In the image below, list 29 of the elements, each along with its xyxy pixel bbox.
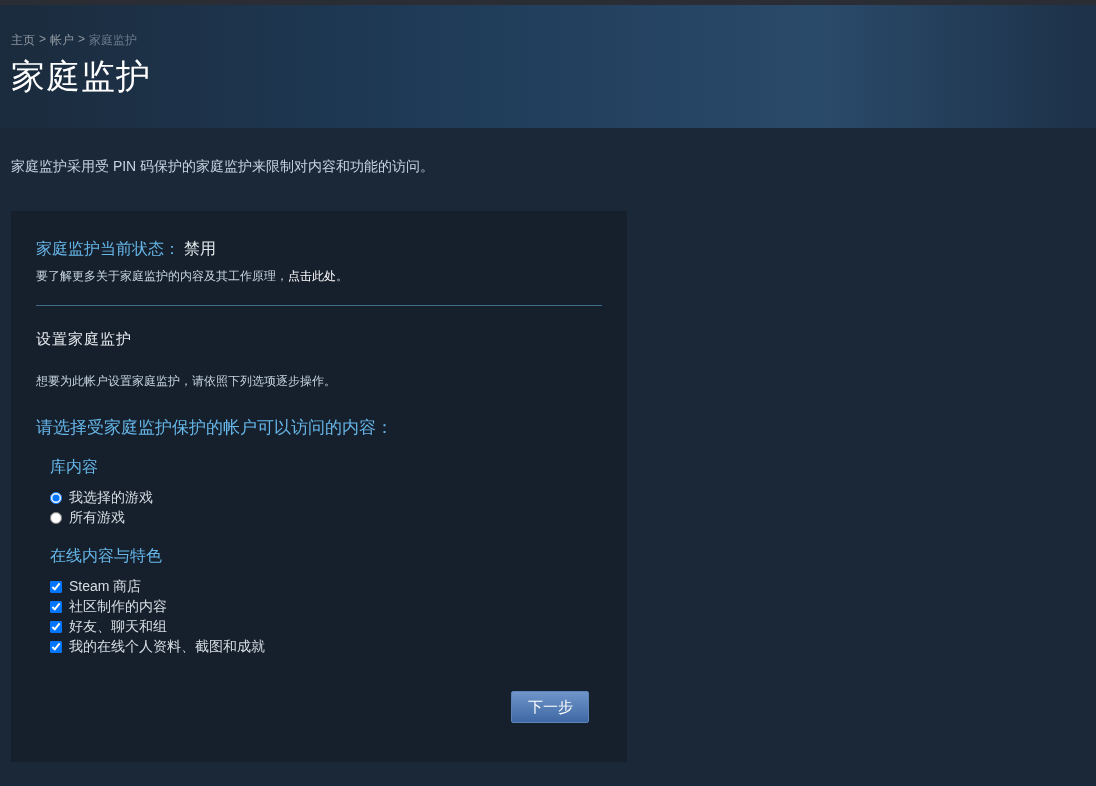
setup-hint: 想要为此帐户设置家庭监护，请依照下列选项逐步操作。 <box>36 373 337 390</box>
intro-text: 家庭监护采用受 PIN 码保护的家庭监护来限制对内容和功能的访问。 <box>11 158 436 176</box>
breadcrumb-separator: > <box>78 32 86 48</box>
breadcrumb-separator: > <box>39 32 46 48</box>
checkbox[interactable] <box>50 641 62 653</box>
section-title: 设置家庭监护 <box>36 330 133 349</box>
page-title: 家庭监护 <box>11 56 152 97</box>
checkbox[interactable] <box>50 601 62 613</box>
question-heading: 请选择受家庭监护保护的帐户可以访问的内容： <box>36 417 394 439</box>
learn-more-text: 要了解更多关于家庭监护的内容及其工作原理，点击此处。 <box>36 268 349 285</box>
option-label: 所有游戏 <box>69 509 125 527</box>
radio-button[interactable] <box>50 512 62 524</box>
radio-button[interactable] <box>50 492 62 504</box>
option-label: 社区制作的内容 <box>69 598 167 616</box>
option-label: 我的在线个人资料、截图和成就 <box>69 638 265 656</box>
option-label: 我选择的游戏 <box>69 489 153 507</box>
option-label: 好友、聊天和组 <box>69 618 167 636</box>
group-title: 在线内容与特色 <box>50 546 163 566</box>
status-value: 禁用 <box>184 239 216 259</box>
breadcrumb-link[interactable]: 主页 <box>11 32 35 49</box>
checkbox[interactable] <box>50 621 62 633</box>
breadcrumb-current: 家庭监护 <box>89 32 138 49</box>
next-button[interactable]: 下一步 <box>511 691 589 723</box>
learn-more-link[interactable]: 点击此处 <box>288 269 336 283</box>
checkbox[interactable] <box>50 581 62 593</box>
option-label: Steam 商店 <box>69 578 142 596</box>
group-title: 库内容 <box>50 457 99 477</box>
status-label: 家庭监护当前状态： <box>36 239 180 259</box>
breadcrumb-link[interactable]: 帐户 <box>50 32 74 49</box>
